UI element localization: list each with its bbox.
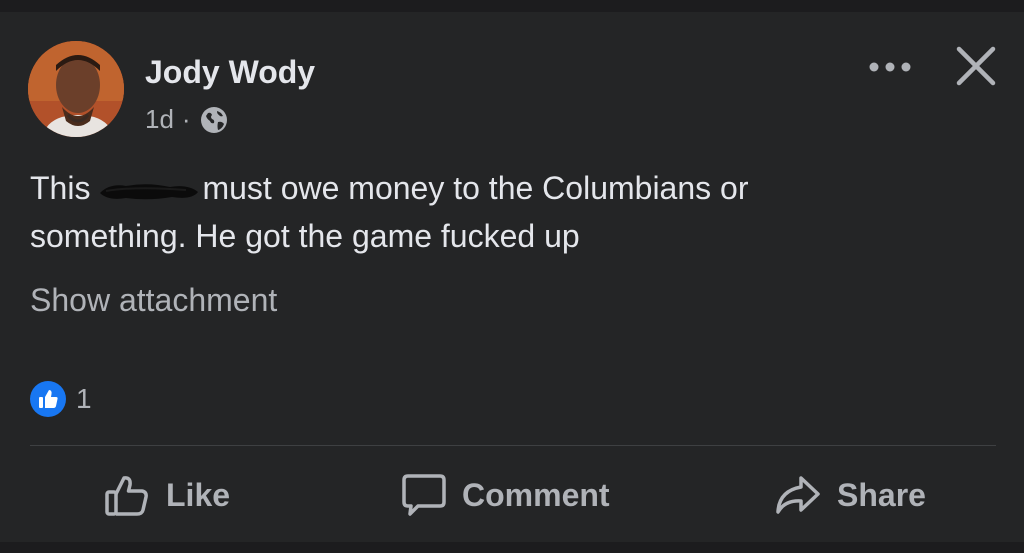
divider xyxy=(30,445,996,446)
post-card: Jody Wody 1d · This must owe money to the… xyxy=(0,12,1024,542)
share-arrow-icon xyxy=(776,476,820,514)
show-attachment-link[interactable]: Show attachment xyxy=(30,282,277,319)
share-button[interactable]: Share xyxy=(775,470,926,520)
like-outline-icon xyxy=(105,476,148,516)
comment-button[interactable]: Comment xyxy=(402,470,610,520)
close-icon[interactable] xyxy=(953,43,999,89)
reaction-summary[interactable]: 1 xyxy=(30,381,92,417)
like-label: Like xyxy=(166,476,231,513)
more-options-icon[interactable] xyxy=(866,52,914,82)
action-bar: Like Comment Share xyxy=(0,470,1024,520)
post-text: This must owe money to the Columbians or … xyxy=(30,164,910,260)
post-timestamp[interactable]: 1d xyxy=(145,104,174,135)
post-meta: 1d · xyxy=(145,104,229,135)
share-label: Share xyxy=(837,476,926,513)
comment-label: Comment xyxy=(462,476,610,513)
like-button[interactable]: Like xyxy=(104,470,230,520)
thumbs-up-icon xyxy=(30,381,66,417)
reaction-count: 1 xyxy=(76,383,92,414)
meta-separator: · xyxy=(181,104,191,134)
author-name[interactable]: Jody Wody xyxy=(145,54,315,91)
redaction-mark xyxy=(100,183,199,199)
globe-icon xyxy=(200,106,227,133)
post-text-start: This xyxy=(30,170,91,206)
comment-bubble-icon xyxy=(402,474,446,516)
author-avatar[interactable] xyxy=(28,41,124,137)
